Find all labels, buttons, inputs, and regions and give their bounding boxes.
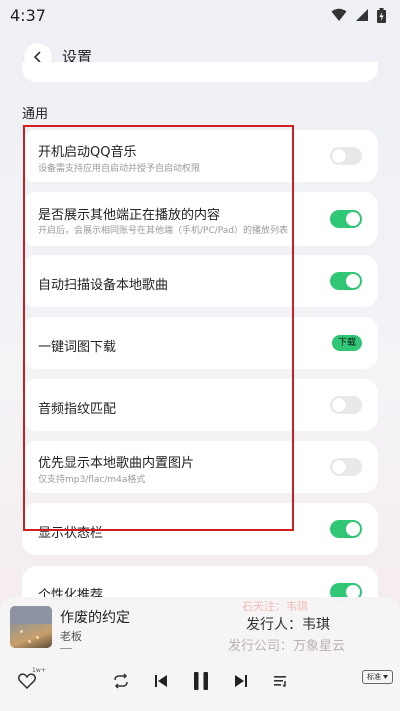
song-title: 作废的约定 — [60, 610, 130, 626]
setting-title: 音频指纹匹配 — [38, 402, 117, 417]
status-bar-toggle[interactable] — [330, 520, 362, 538]
album-cover[interactable] — [10, 606, 52, 648]
quality-selector[interactable]: 标准 — [362, 670, 393, 684]
setting-row-auto-scan[interactable]: 自动扫描设备本地歌曲 — [22, 255, 378, 307]
signal-icon — [356, 9, 368, 21]
song-artist: 老板 — [60, 630, 82, 643]
setting-title: 开机启动QQ音乐 — [38, 145, 137, 160]
audio-fingerprint-toggle[interactable] — [330, 396, 362, 414]
setting-title: 显示状态栏 — [38, 526, 104, 541]
setting-title: 优先显示本地歌曲内置图片 — [38, 456, 195, 471]
like-count: 1w+ — [32, 667, 46, 674]
setting-row-embedded-cover[interactable]: 优先显示本地歌曲内置图片 仅支持mp3/flac/m4a格式 — [22, 441, 378, 493]
battery-icon — [377, 7, 386, 23]
show-other-devices-toggle[interactable] — [330, 210, 362, 228]
quality-label: 标准 — [367, 673, 381, 681]
playlist-button[interactable] — [270, 667, 292, 695]
setting-subtitle: 仅支持mp3/flac/m4a格式 — [38, 475, 146, 485]
player-controls: 1w+ — [0, 667, 400, 697]
like-button[interactable]: 1w+ — [14, 667, 46, 695]
wifi-icon — [331, 8, 347, 21]
progress-indicator — [60, 648, 72, 649]
status-bar: 4:37 — [0, 0, 400, 30]
setting-subtitle: 开启后，会展示相同账号在其他端（手机/PC/Pad）的播放列表 — [38, 226, 289, 236]
setting-row-lyric-download[interactable]: 一键词图下载 下载 — [22, 317, 378, 369]
setting-row-autostart[interactable]: 开机启动QQ音乐 设备需支持应用自启动并授予自启动权限 — [22, 130, 378, 182]
setting-title: 是否展示其他端正在播放的内容 — [38, 208, 221, 223]
status-icons — [331, 7, 386, 23]
setting-title: 自动扫描设备本地歌曲 — [38, 278, 169, 293]
pause-button[interactable] — [188, 667, 214, 695]
heart-icon — [18, 673, 36, 689]
status-time: 4:37 — [10, 5, 46, 25]
repeat-icon — [114, 673, 128, 689]
previous-button[interactable] — [150, 667, 172, 695]
lyric-line-next: 发行公司：万象星云 — [228, 639, 346, 654]
next-button[interactable] — [230, 667, 252, 695]
previous-settings-card — [22, 62, 378, 82]
download-button[interactable]: 下载 — [331, 335, 362, 351]
lyric-line-current: 发行人：韦琪 — [246, 617, 330, 633]
setting-subtitle: 设备需支持应用自启动并授予自启动权限 — [38, 164, 201, 174]
setting-row-status-bar[interactable]: 显示状态栏 — [22, 503, 378, 555]
repeat-button[interactable] — [110, 667, 132, 695]
setting-title: 一键词图下载 — [38, 340, 117, 355]
playlist-icon — [274, 676, 286, 688]
setting-row-show-other-devices[interactable]: 是否展示其他端正在播放的内容 开启后，会展示相同账号在其他端（手机/PC/Pad… — [22, 192, 378, 246]
section-title: 通用 — [22, 107, 49, 122]
lyric-line-previous: 石天注：韦琪 — [242, 600, 308, 613]
skip-previous-icon — [155, 675, 167, 687]
auto-scan-toggle[interactable] — [330, 272, 362, 290]
mini-player[interactable]: 作废的约定 老板 石天注：韦琪 发行人：韦琪 发行公司：万象星云 1w+ 标准 — [0, 597, 400, 711]
pause-icon — [194, 672, 208, 690]
skip-next-icon — [235, 675, 247, 687]
autostart-toggle[interactable] — [330, 147, 362, 165]
embedded-cover-toggle[interactable] — [330, 458, 362, 476]
setting-row-audio-fingerprint[interactable]: 音频指纹匹配 — [22, 379, 378, 431]
chevron-down-icon — [383, 675, 388, 679]
